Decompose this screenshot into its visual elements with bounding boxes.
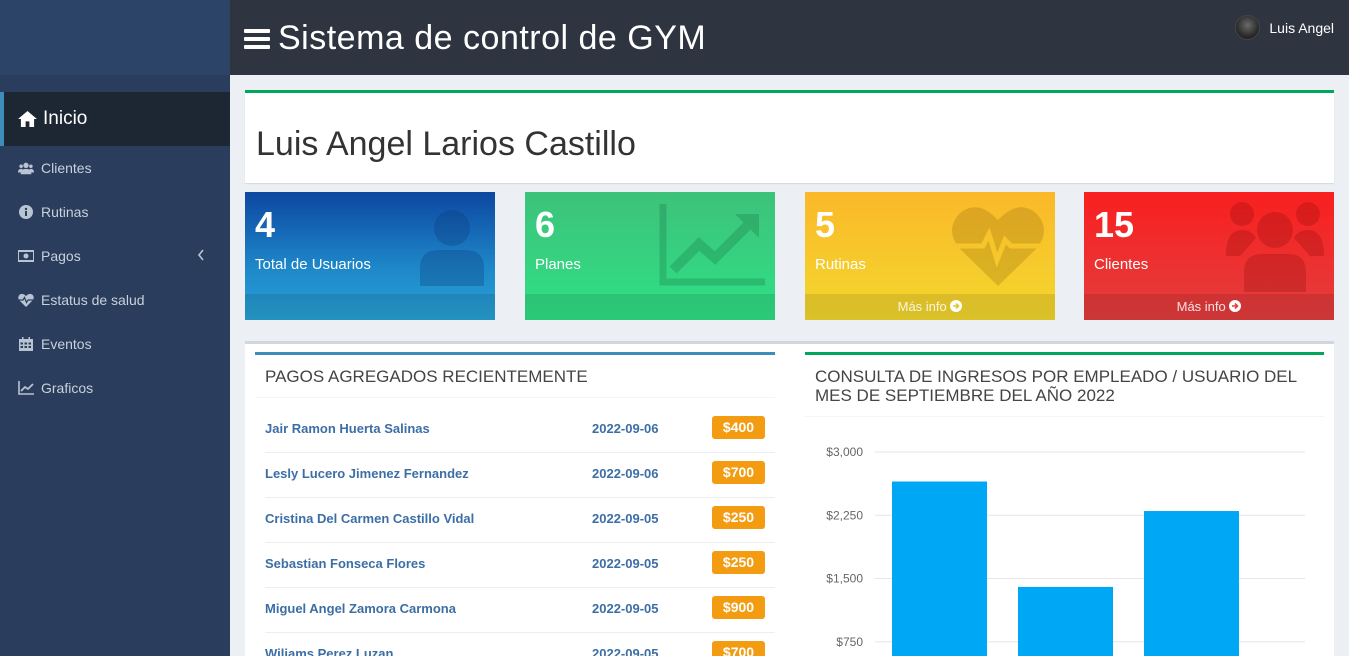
payment-date: 2022-09-05: [592, 601, 659, 616]
stat-box-rutinas: 5 Rutinas Más info: [805, 192, 1055, 320]
payment-date: 2022-09-06: [592, 421, 659, 436]
welcome-box: Luis Angel Larios Castillo: [245, 90, 1334, 183]
sidebar: Inicio Clientes Rutinas Pagos Estatus de…: [0, 0, 230, 656]
users-icon: [18, 162, 34, 175]
payment-row: Sebastian Fonseca Flores 2022-09-05 $250: [265, 543, 775, 588]
y-tick-label: $2,250: [826, 508, 863, 522]
payment-date: 2022-09-05: [592, 556, 659, 571]
payment-client-name[interactable]: Jair Ramon Huerta Salinas: [265, 421, 430, 436]
payment-amount-badge: $700: [712, 461, 765, 484]
stat-label: Rutinas: [815, 256, 866, 273]
hamburger-menu-icon[interactable]: [244, 28, 270, 50]
payment-amount-badge: $900: [712, 596, 765, 619]
calendar-icon: [19, 337, 33, 351]
stat-footer: [245, 294, 495, 320]
sidebar-item-label: Estatus de salud: [41, 292, 145, 308]
sidebar-item-inicio[interactable]: Inicio: [0, 92, 230, 146]
recent-payments-panel: PAGOS AGREGADOS RECIENTEMENTE Jair Ramon…: [255, 352, 775, 656]
user-icon: [420, 210, 484, 286]
y-tick-label: $750: [836, 635, 863, 649]
heartbeat-icon: [952, 207, 1044, 286]
payment-client-name[interactable]: Miguel Angel Zamora Carmona: [265, 601, 456, 616]
arrow-circle-right-icon: [950, 300, 963, 312]
page-title: Luis Angel Larios Castillo: [256, 125, 636, 163]
sidebar-item-pagos[interactable]: Pagos: [0, 234, 230, 278]
sidebar-item-label: Clientes: [41, 160, 92, 176]
stat-value: 5: [815, 204, 836, 245]
payment-amount-badge: $250: [712, 551, 765, 574]
home-icon: [18, 111, 37, 127]
avatar: [1235, 15, 1261, 40]
chevron-left-icon[interactable]: [197, 248, 205, 262]
payment-date: 2022-09-05: [592, 646, 659, 656]
sidebar-logo-area: [0, 0, 230, 75]
payment-row: Wiliams Perez Luzan 2022-09-05 $700: [265, 633, 775, 656]
user-name: Luis Angel: [1269, 19, 1334, 36]
payment-client-name[interactable]: Wiliams Perez Luzan: [265, 646, 393, 656]
panel-title: CONSULTA DE INGRESOS POR EMPLEADO / USUA…: [805, 355, 1324, 417]
stat-footer: [525, 294, 775, 320]
payment-row: Miguel Angel Zamora Carmona 2022-09-05 $90…: [265, 588, 775, 633]
sidebar-nav: Inicio Clientes Rutinas Pagos Estatus de…: [0, 92, 230, 410]
top-header: Sistema de control de GYM Luis Angel: [230, 0, 1349, 75]
stat-value: 6: [535, 204, 556, 245]
stat-label: Clientes: [1094, 256, 1149, 273]
header-title-area: Sistema de control de GYM: [244, 19, 706, 58]
stat-box-planes: 6 Planes: [525, 192, 775, 320]
stat-footer: Más info: [1176, 299, 1226, 314]
y-tick-label: $1,500: [826, 572, 863, 586]
payment-amount-badge: $700: [712, 641, 765, 656]
users-icon: [1226, 202, 1324, 292]
payment-row: Cristina Del Carmen Castillo Vidal 2022-0…: [265, 498, 775, 543]
sidebar-item-label: Rutinas: [41, 204, 89, 220]
income-bar-chart-svg: $3,000 $2,250 $1,500 $750: [826, 445, 1305, 656]
stat-label: Total de Usuarios: [255, 256, 371, 273]
sidebar-item-label: Inicio: [43, 108, 88, 129]
sidebar-item-label: Eventos: [41, 336, 92, 352]
sidebar-item-graficos[interactable]: Graficos: [0, 366, 230, 410]
sidebar-item-rutinas[interactable]: Rutinas: [0, 190, 230, 234]
user-menu[interactable]: Luis Angel: [1235, 15, 1334, 40]
payment-row: Jair Ramon Huerta Salinas 2022-09-06 $400: [265, 408, 775, 453]
money-icon: [18, 250, 34, 262]
chart-bar[interactable]: [1018, 586, 1113, 656]
sidebar-item-clientes[interactable]: Clientes: [0, 146, 230, 190]
payment-amount-badge: $250: [712, 506, 765, 529]
stat-box-usuarios: 4 Total de Usuarios: [245, 192, 495, 320]
y-tick-label: $3,000: [826, 445, 863, 459]
payment-row: Lesly Lucero Jimenez Fernandez 2022-09-06…: [265, 453, 775, 498]
chart-bar[interactable]: [892, 481, 987, 656]
sidebar-item-estatus-salud[interactable]: Estatus de salud: [0, 278, 230, 322]
line-chart-icon: [18, 381, 34, 395]
mas-info-link[interactable]: Más info: [805, 294, 1055, 320]
mas-info-link[interactable]: Más info: [1084, 294, 1334, 320]
payment-client-name[interactable]: Lesly Lucero Jimenez Fernandez: [265, 466, 469, 481]
area-chart-icon: [659, 204, 765, 286]
info-circle-icon: [19, 205, 33, 219]
income-bar-chart: $3,000 $2,250 $1,500 $750: [805, 435, 1324, 656]
payment-client-name[interactable]: Sebastian Fonseca Flores: [265, 556, 425, 571]
sidebar-item-eventos[interactable]: Eventos: [0, 322, 230, 366]
chart-bar[interactable]: [1144, 511, 1239, 656]
stat-label: Planes: [535, 256, 581, 273]
payment-client-name[interactable]: Cristina Del Carmen Castillo Vidal: [265, 511, 474, 526]
arrow-circle-right-icon: [1229, 300, 1242, 312]
payment-date: 2022-09-05: [592, 511, 659, 526]
sidebar-item-label: Pagos: [41, 248, 81, 264]
stat-value: 15: [1094, 204, 1135, 245]
payment-amount-badge: $400: [712, 416, 765, 439]
sidebar-item-label: Graficos: [41, 380, 94, 396]
heartbeat-icon: [18, 293, 34, 307]
income-chart-panel: CONSULTA DE INGRESOS POR EMPLEADO / USUA…: [805, 352, 1324, 656]
stat-box-clientes: 15 Clientes Más info: [1084, 192, 1334, 320]
app-title: Sistema de control de GYM: [278, 19, 707, 57]
payment-date: 2022-09-06: [592, 466, 659, 481]
stat-footer: Más info: [897, 299, 947, 314]
panel-title: PAGOS AGREGADOS RECIENTEMENTE: [255, 355, 775, 398]
stat-value: 4: [255, 204, 276, 245]
